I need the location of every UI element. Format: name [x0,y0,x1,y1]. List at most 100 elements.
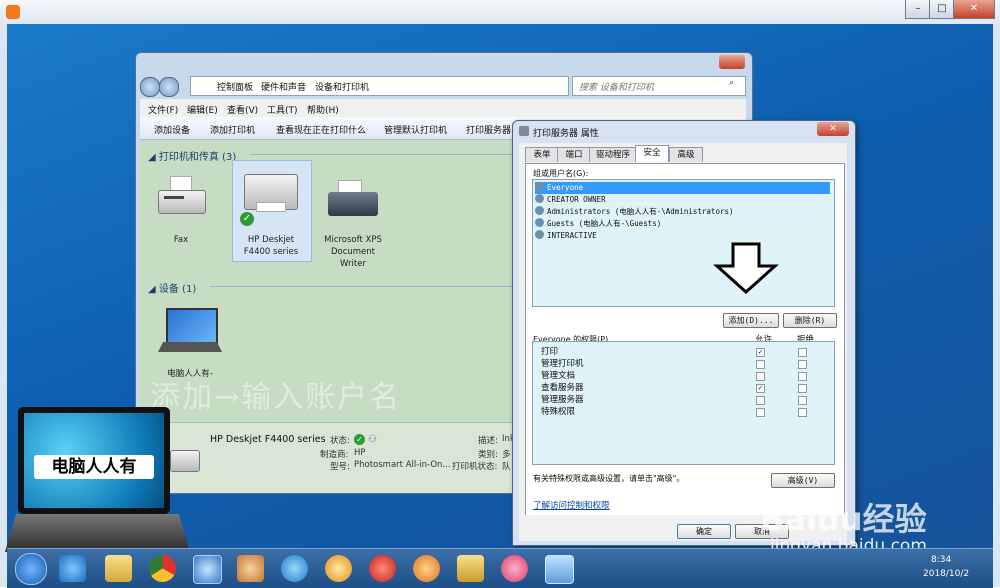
printers-window-icon[interactable] [545,555,574,584]
dialog-close-button[interactable]: ✕ [817,122,849,136]
deny-checkbox[interactable] [798,408,807,417]
permission-name: 管理文档 [541,371,576,381]
menu-view[interactable]: 查看(V) [227,103,258,116]
details-printer-status-value: 队 [502,462,511,472]
permission-name: 管理打印机 [541,359,584,369]
video-player-icon[interactable] [413,555,440,582]
permission-name: 打印 [541,347,559,357]
allow-checkbox[interactable] [756,408,765,417]
deny-checkbox[interactable] [798,396,807,405]
help-link[interactable]: 了解访问控制和权限 [533,499,610,511]
laptop-device-icon[interactable] [158,308,222,360]
cloud-icon[interactable] [281,555,308,582]
chrome-browser-icon[interactable] [149,555,176,582]
clock-time[interactable]: 8:34 [931,555,951,565]
deny-checkbox[interactable] [798,360,807,369]
menu-bar: 文件(F) 编辑(E) 查看(V) 工具(T) 帮助(H) [140,99,746,117]
tab-forms[interactable]: 表单 [525,147,559,162]
printer-label: F4400 series [243,247,299,257]
minimize-button[interactable]: – [905,0,931,19]
allow-checkbox[interactable] [756,372,765,381]
tab-drivers[interactable]: 驱动程序 [589,147,637,162]
users-icon: ⚇ [368,434,377,445]
permissions-list: 打印 管理打印机 管理文档 查看服务器 管理服务器 特殊权限 ✓ ✓ [532,341,835,465]
list-item[interactable]: Administrators (电脑人人有-\Administrators) [535,206,734,218]
details-desc-label: 描述: [478,436,498,446]
menu-tools[interactable]: 工具(T) [267,103,298,116]
allow-checkbox[interactable] [756,396,765,405]
print-server-properties-dialog: 打印服务器 属性 ✕ 表单 端口 驱动程序 安全 高级 组或用户名(G): Ev… [512,120,856,546]
section-printers-label: 打印机和传真 (3) [158,152,237,163]
dialog-title: 打印服务器 属性 [533,129,599,139]
down-arrow-icon [713,242,779,294]
tab-advanced[interactable]: 高级 [669,147,703,162]
app-red-icon[interactable] [369,555,396,582]
list-item[interactable]: INTERACTIVE [535,230,597,242]
user-group-icon [535,206,544,215]
breadcrumb-item[interactable]: 设备和打印机 [315,80,369,93]
clock-date[interactable]: 2018/10/2 [923,569,969,579]
printer-label: Fax [173,235,189,245]
start-button-icon[interactable] [15,553,47,585]
allow-checkbox[interactable]: ✓ [756,348,765,357]
add-printer-button[interactable]: 添加打印机 [210,123,255,136]
allow-checkbox[interactable] [756,360,765,369]
add-button[interactable]: 添加(D)... [723,313,779,328]
ie-browser-icon[interactable] [59,555,86,582]
maximize-button[interactable]: □ [929,0,955,19]
user-list[interactable]: Everyone CREATOR OWNER Administrators (电… [532,179,835,307]
menu-file[interactable]: 文件(F) [148,103,178,116]
deny-checkbox[interactable] [798,384,807,393]
see-printing-button[interactable]: 查看现在正在打印什么 [276,123,366,136]
address-bar[interactable]: 控制面板 硬件和声音 设备和打印机 [190,76,569,96]
print-server-button[interactable]: 打印服务器 [466,123,511,136]
tab-security[interactable]: 安全 [635,145,669,162]
section-printers[interactable]: ◢ 打印机和传真 (3) [148,148,236,163]
overlay-caption: 添加→输入账户名 [150,380,402,415]
fax-icon[interactable] [156,176,206,226]
back-arrow-icon[interactable] [140,77,160,97]
app-pink-icon[interactable] [501,555,528,582]
pinwheel-icon[interactable] [325,555,352,582]
close-button[interactable]: ✕ [953,0,995,19]
section-devices[interactable]: ◢ 设备 (1) [148,280,196,295]
menu-help[interactable]: 帮助(H) [307,103,339,116]
allow-checkbox[interactable]: ✓ [756,384,765,393]
search-input[interactable]: 搜索 设备和打印机 ⌕ [572,76,746,96]
search-icon: ⌕ [729,78,735,88]
tab-ports[interactable]: 端口 [557,147,591,162]
advanced-note: 有关特殊权限或高级设置，请单击"高级"。 [533,474,685,483]
list-item-selected[interactable]: Everyone [535,182,830,194]
explorer-close-button[interactable] [719,55,745,69]
advanced-button[interactable]: 高级(V) [771,473,835,488]
permission-name: 查看服务器 [541,383,584,393]
explorer-navbar: 控制面板 硬件和声音 设备和打印机 搜索 设备和打印机 ⌕ [140,75,746,97]
add-device-button[interactable]: 添加设备 [154,123,190,136]
xps-printer-icon[interactable] [326,180,380,228]
list-item[interactable]: CREATOR OWNER [535,194,606,206]
ok-button[interactable]: 确定 [677,524,731,539]
search-placeholder: 搜索 设备和打印机 [579,83,654,93]
printer-label: Writer [340,259,366,269]
paint-icon[interactable] [237,555,264,582]
dialog-body: 表单 端口 驱动程序 安全 高级 组或用户名(G): Everyone CREA… [519,143,847,541]
user-name: Everyone [547,183,584,192]
deny-checkbox[interactable] [798,372,807,381]
manage-default-printers-button[interactable]: 管理默认打印机 [384,123,447,136]
breadcrumb-item[interactable]: 硬件和声音 [261,80,306,93]
laptop-logo: 电脑人人有 [18,407,170,514]
app-icon[interactable] [193,555,222,584]
user-group-icon [535,230,544,239]
breadcrumb-item[interactable]: 控制面板 [217,80,253,93]
permission-name: 特殊权限 [541,407,576,417]
printer-label: HP Deskjet [247,235,295,245]
list-item[interactable]: Guests (电脑人人有-\Guests) [535,218,661,230]
folder-icon[interactable] [105,555,132,582]
deny-checkbox[interactable] [798,348,807,357]
folder-yellow-icon[interactable] [457,555,484,582]
forward-arrow-icon[interactable] [159,77,179,97]
details-category-label: 类别: [478,450,498,460]
remove-button[interactable]: 删除(R) [783,313,837,328]
details-model-value: Photosmart All-in-On... [354,460,451,470]
menu-edit[interactable]: 编辑(E) [187,103,218,116]
